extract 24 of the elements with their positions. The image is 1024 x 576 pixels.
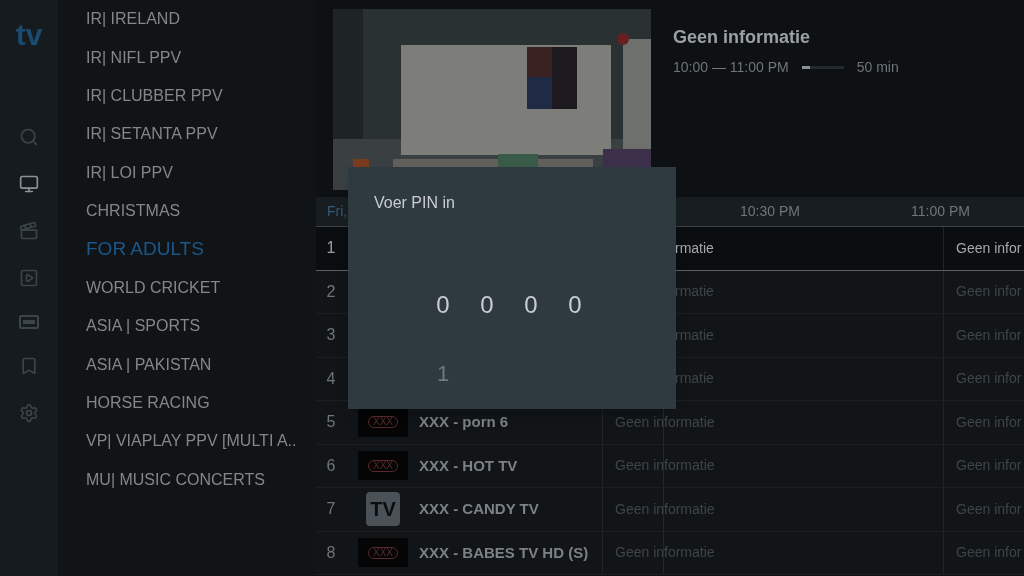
program-title: Geen informatie: [673, 26, 812, 49]
channel-number: 6: [325, 455, 337, 476]
channel-number: 1: [325, 238, 337, 259]
channel-logo: XXX: [358, 407, 408, 437]
remaining-time: 50 min: [856, 58, 899, 77]
time-label: 10:30 PM: [740, 202, 800, 221]
channel-name: XXX - porn 6: [419, 412, 509, 432]
channel-name: XXX - CANDY TV: [419, 499, 539, 519]
channel-name: XXX - BABES TV HD (S): [419, 542, 589, 563]
channel-number: 7: [325, 499, 337, 520]
channel-number: 5: [325, 412, 337, 433]
dialog-title: Voer PIN in: [374, 193, 455, 213]
app-logo: tv: [15, 20, 43, 50]
channel-number: 3: [325, 325, 337, 346]
channel-number: 2: [325, 281, 337, 302]
channel-number: 4: [325, 368, 337, 389]
channel-number: 8: [325, 542, 337, 563]
channel-name: XXX - HOT TV: [419, 455, 518, 476]
channel-logo: XXX: [358, 451, 408, 481]
time-label: 11:00 PM: [911, 202, 970, 221]
program-time: 10:00 — 11:00 PM: [673, 58, 789, 77]
day-label: Fri,: [327, 202, 348, 221]
channel-logo: TV: [366, 492, 400, 527]
channel-logo: XXX: [358, 538, 408, 568]
